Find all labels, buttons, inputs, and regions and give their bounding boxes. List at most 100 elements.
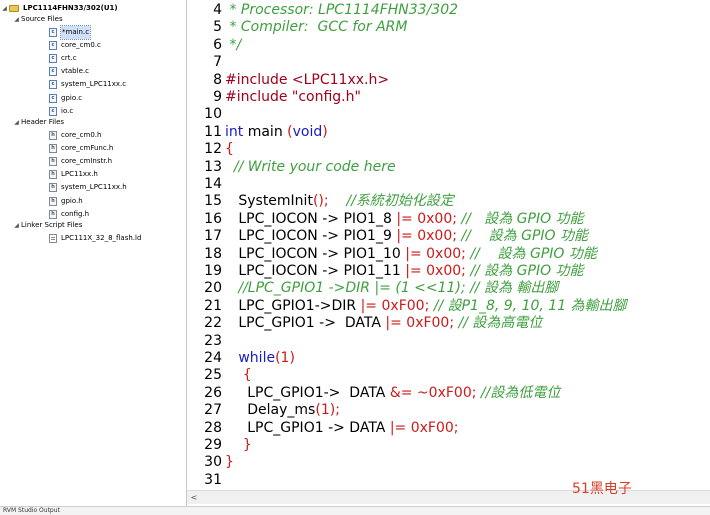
code-token: void — [292, 123, 323, 140]
tree-group-source[interactable]: ◢ Source Files — [13, 13, 63, 26]
expand-triangle-icon[interactable]: ◢ — [13, 219, 20, 232]
line-number: 20 — [204, 280, 222, 297]
h-file-icon: h — [49, 196, 57, 206]
code-line[interactable]: #include <LPC11xx.h> — [225, 72, 389, 89]
tree-file-label: system_LPC11xx.h — [61, 183, 127, 192]
tree-file-label: core_cmInstr.h — [61, 157, 113, 166]
code-token: // 設為 GPIO 功能 — [456, 228, 588, 245]
tree-file-label: core_cm0.h — [61, 131, 102, 139]
code-line[interactable]: { — [225, 141, 234, 158]
code-line[interactable]: LPC_IOCON -> PIO1_11 |= 0x00; // 設為 GPIO… — [225, 263, 583, 280]
expand-triangle-icon[interactable]: ◢ — [13, 13, 20, 26]
code-line[interactable]: //LPC_GPIO1 ->DIR |= (1 <<11); // 設為 輸出腳 — [225, 280, 558, 297]
line-number: 10 — [204, 106, 222, 123]
line-number: 17 — [204, 228, 222, 245]
code-line[interactable]: } — [225, 454, 234, 471]
code-token: main — [243, 123, 288, 140]
line-number: 30 — [204, 454, 222, 471]
code-line[interactable]: LPC_IOCON -> PIO1_8 |= 0x00; // 設為 GPIO … — [225, 210, 583, 228]
code-token: |= — [405, 263, 422, 279]
tree-file-item[interactable]: c crt.c — [49, 52, 77, 65]
tree-file-label: gpio.h — [61, 196, 83, 205]
code-token: { — [242, 367, 252, 384]
code-token: |= — [396, 210, 413, 227]
tree-file-label: gpio.c — [61, 93, 83, 102]
c-file-icon: c — [49, 67, 57, 77]
code-line[interactable]: Delay_ms(1); — [225, 402, 340, 419]
scroll-left-arrow-icon[interactable]: < — [189, 491, 199, 504]
code-line[interactable]: // Write your code here — [225, 159, 396, 176]
code-line[interactable]: * Processor: LPC1114FHN33/302 — [225, 2, 458, 19]
code-token: * Compiler: GCC for ARM — [225, 19, 408, 36]
tree-file-item[interactable]: c core_cm0.c — [49, 39, 101, 52]
code-line[interactable]: * Compiler: GCC for ARM — [225, 19, 407, 36]
code-line[interactable]: LPC_GPIO1 -> DATA |= 0xF00; — [225, 419, 458, 437]
code-line[interactable]: } — [225, 437, 252, 454]
tree-file-item[interactable]: h core_cmInstr.h — [49, 155, 112, 168]
tree-file-item[interactable]: h core_cm0.h — [49, 129, 101, 142]
tree-file-item[interactable]: h LPC11xx.h — [49, 168, 98, 181]
c-file-icon: c — [49, 54, 57, 64]
code-token: // 設P1_8, 9, 10, 11 為輸出腳 — [429, 297, 627, 314]
code-line[interactable]: LPC_GPIO1 -> DATA |= 0xF00; // 設為高電位 — [225, 315, 542, 332]
code-editor[interactable]: 4 5 6 7 8 9 10 11 12 13 14 15 16 17 18 19 20 21 22 23 24 25 26… — [187, 0, 710, 490]
code-token: #include "config.h" — [225, 89, 361, 105]
tree-file-label: core_cm0.c — [61, 41, 101, 50]
h-file-icon: h — [49, 157, 57, 167]
line-number: 15 — [204, 193, 222, 210]
c-file-icon: c — [49, 106, 57, 116]
code-line[interactable]: */ — [225, 37, 241, 54]
project-explorer: ◢ LPC1114FHN33/302(U1) ◢ Source Files c *… — [0, 0, 187, 506]
tree-group-header[interactable]: ◢ Header Files — [13, 116, 64, 129]
expand-triangle-icon[interactable]: ◢ — [1, 2, 8, 15]
tree-file-item[interactable]: c gpio.c — [49, 92, 82, 105]
code-line[interactable]: #include "config.h" — [225, 89, 361, 106]
code-token: LPC_IOCON -> PIO1_11 — [225, 263, 406, 279]
code-token: } — [242, 437, 252, 453]
tree-group-linker[interactable]: ◢ Linker Script Files — [13, 219, 82, 232]
tree-group-label: Source Files — [21, 15, 63, 23]
code-token: //系統初始化設定 — [328, 193, 454, 210]
code-line[interactable]: SystemInit(); //系統初始化設定 — [225, 193, 454, 210]
code-token: 0x00 — [417, 228, 453, 245]
code-token: LPC_IOCON -> PIO1_8 — [225, 210, 397, 227]
expand-triangle-icon[interactable]: ◢ — [13, 116, 20, 129]
code-line[interactable]: LPC_GPIO1->DIR |= 0xF00; // 設P1_8, 9, 10… — [225, 297, 627, 315]
code-token: LPC_IOCON -> PIO1_10 — [225, 245, 406, 262]
code-line[interactable]: while(1) — [225, 350, 295, 367]
code-token: 0x00 — [426, 245, 462, 262]
line-number: 4 — [213, 2, 222, 18]
code-line[interactable]: { — [225, 367, 252, 384]
code-token: } — [225, 454, 234, 471]
line-number: 6 — [213, 36, 222, 53]
folder-icon — [9, 5, 19, 12]
code-line[interactable]: LPC_IOCON -> PIO1_9 |= 0x00; // 設為 GPIO … — [225, 228, 588, 245]
tree-file-item[interactable]: c *main.c — [49, 25, 92, 40]
tree-file-item[interactable]: c system_LPC11xx.c — [49, 78, 126, 91]
tree-file-label: vtable.c — [61, 67, 89, 76]
tree-file-item[interactable]: h gpio.h — [49, 195, 83, 208]
code-token: 0xF00 — [410, 419, 454, 436]
tree-file-item[interactable]: h system_LPC11xx.h — [49, 181, 127, 194]
code-token: ) — [322, 123, 328, 140]
code-line[interactable]: LPC_GPIO1-> DATA &= ~0xF00; //設為低電位 — [225, 385, 560, 402]
line-number: 11 — [204, 123, 222, 140]
code-line[interactable]: int main (void) — [225, 124, 328, 141]
tree-file-item[interactable]: LPC111X_32_8_flash.ld — [49, 232, 141, 245]
code-token: ) — [289, 350, 295, 366]
tree-file-label: crt.c — [61, 54, 77, 63]
code-token: |= — [360, 297, 378, 314]
c-file-icon: c — [49, 93, 57, 103]
code-token: int — [225, 123, 244, 140]
code-token: LPC_GPIO1-> DATA — [225, 384, 390, 401]
tree-file-item[interactable]: c vtable.c — [49, 65, 89, 78]
code-token: Delay_ms — [225, 402, 316, 419]
code-token: * Processor: LPC1114FHN33/302 — [225, 2, 459, 18]
tree-file-item[interactable]: h core_cmFunc.h — [49, 142, 113, 155]
code-token: //LPC_GPIO1 ->DIR |= (1 <<11); // 設為 輸出腳 — [225, 280, 559, 297]
code-line[interactable]: LPC_IOCON -> PIO1_10 |= 0x00; // 設為 GPIO… — [225, 246, 597, 263]
code-token: LPC_IOCON -> PIO1_9 — [225, 228, 397, 245]
line-number: 5 — [213, 19, 222, 36]
